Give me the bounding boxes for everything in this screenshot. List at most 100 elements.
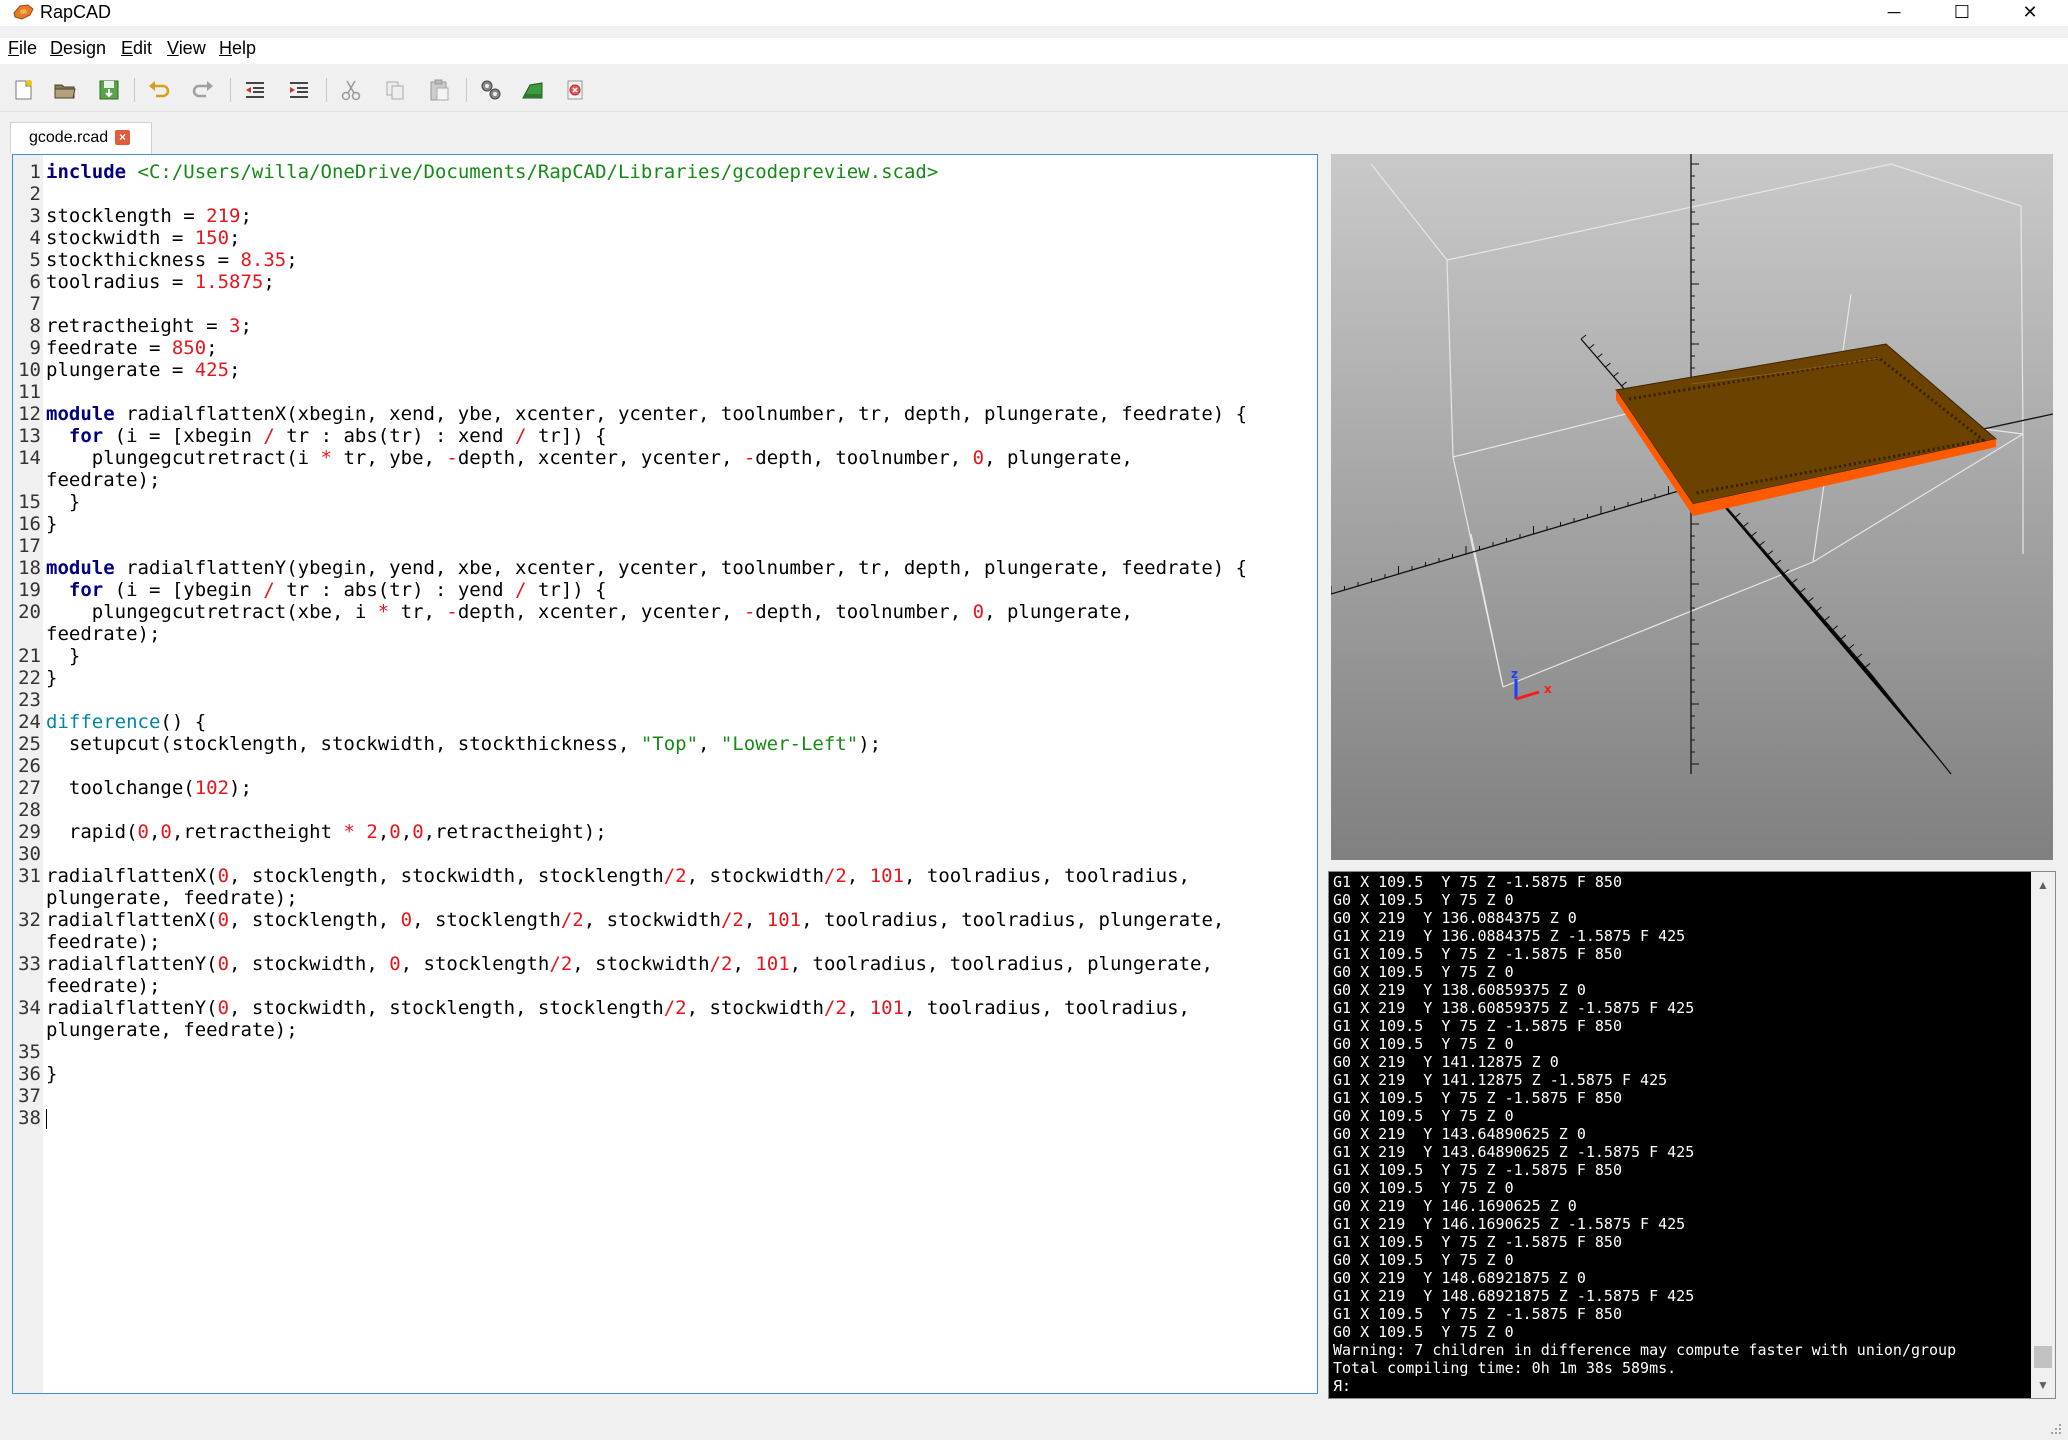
code-line[interactable]: 26 bbox=[13, 755, 1313, 777]
code-text[interactable]: radialflattenY(0, stockwidth, 0, stockle… bbox=[46, 953, 1213, 975]
menu-file[interactable]: File bbox=[8, 38, 37, 59]
code-line[interactable]: 34 radialflattenY(0, stockwidth, stocklen… bbox=[13, 997, 1313, 1019]
code-line[interactable]: 11 bbox=[13, 381, 1313, 403]
code-text[interactable]: setupcut(stocklength, stockwidth, stockt… bbox=[46, 733, 881, 755]
code-line[interactable]: 32 radialflattenX(0, stocklength, 0, stoc… bbox=[13, 909, 1313, 931]
menu-edit[interactable]: Edit bbox=[121, 38, 152, 59]
console-output[interactable]: G1 X 109.5 Y 75 Z -1.5875 F 850 G0 X 109.… bbox=[1328, 871, 2056, 1399]
code-text[interactable]: stockwidth = 150; bbox=[46, 227, 241, 249]
code-line[interactable]: 31 radialflattenX(0, stocklength, stockwi… bbox=[13, 865, 1313, 887]
code-text[interactable]: include <C:/Users/willa/OneDrive/Documen… bbox=[46, 161, 938, 183]
code-content[interactable]: 1 include <C:/Users/willa/OneDrive/Docume… bbox=[13, 161, 1313, 1129]
resize-grip-icon[interactable] bbox=[2048, 1422, 2062, 1436]
code-line[interactable]: 25 setupcut(stocklength, stockwidth, sto… bbox=[13, 733, 1313, 755]
3d-preview-viewport[interactable]: z x bbox=[1331, 154, 2053, 860]
code-text[interactable]: feedrate = 850; bbox=[46, 337, 218, 359]
code-line[interactable]: 8 retractheight = 3; bbox=[13, 315, 1313, 337]
code-line[interactable]: 18 module radialflattenY(ybegin, yend, xb… bbox=[13, 557, 1313, 579]
generate-icon[interactable] bbox=[520, 77, 546, 103]
menu-design[interactable]: Design bbox=[50, 38, 106, 59]
code-line[interactable]: 30 bbox=[13, 843, 1313, 865]
save-icon[interactable] bbox=[96, 77, 122, 103]
print-icon[interactable] bbox=[562, 77, 588, 103]
code-line[interactable]: 36} bbox=[13, 1063, 1313, 1085]
compile-icon[interactable] bbox=[478, 77, 504, 103]
code-text[interactable]: } bbox=[46, 667, 57, 689]
code-line[interactable]: 28 bbox=[13, 799, 1313, 821]
code-text[interactable]: radialflattenY(0, stockwidth, stocklengt… bbox=[46, 997, 1190, 1019]
code-text[interactable]: radialflattenX(0, stocklength, stockwidt… bbox=[46, 865, 1190, 887]
code-text[interactable]: } bbox=[46, 491, 80, 513]
code-line[interactable]: feedrate); bbox=[13, 623, 1313, 645]
minimize-button[interactable]: ─ bbox=[1860, 0, 1928, 26]
cut-icon[interactable] bbox=[338, 77, 364, 103]
code-text[interactable]: feedrate); bbox=[46, 469, 160, 491]
code-text[interactable]: module radialflattenY(ybegin, yend, xbe,… bbox=[46, 557, 1247, 579]
tab-close-icon[interactable]: × bbox=[115, 130, 130, 145]
code-text[interactable]: plungegcutretract(xbe, i * tr, -depth, x… bbox=[46, 601, 1133, 623]
code-line[interactable]: 24 difference() { bbox=[13, 711, 1313, 733]
code-line[interactable]: 14 plungegcutretract(i * tr, ybe, -depth… bbox=[13, 447, 1313, 469]
code-text[interactable]: feedrate); bbox=[46, 623, 160, 645]
menu-help[interactable]: Help bbox=[219, 38, 256, 59]
code-line[interactable]: plungerate, feedrate); bbox=[13, 887, 1313, 909]
code-text[interactable]: stockthickness = 8.35; bbox=[46, 249, 298, 271]
code-text[interactable]: feedrate); bbox=[46, 931, 160, 953]
code-line[interactable]: 6 toolradius = 1.5875; bbox=[13, 271, 1313, 293]
code-text[interactable]: toolradius = 1.5875; bbox=[46, 271, 275, 293]
code-line[interactable]: 16} bbox=[13, 513, 1313, 535]
code-line[interactable]: 22} bbox=[13, 667, 1313, 689]
code-line[interactable]: feedrate); bbox=[13, 931, 1313, 953]
increase-indent-icon[interactable] bbox=[286, 77, 312, 103]
code-line[interactable]: 21 } bbox=[13, 645, 1313, 667]
console-scrollbar[interactable]: ▲ ▼ bbox=[2031, 872, 2055, 1398]
code-line[interactable]: 20 plungegcutretract(xbe, i * tr, -depth… bbox=[13, 601, 1313, 623]
code-text[interactable]: } bbox=[46, 645, 80, 667]
code-line[interactable]: 35 bbox=[13, 1041, 1313, 1063]
code-line[interactable]: 7 bbox=[13, 293, 1313, 315]
code-text[interactable]: } bbox=[46, 1063, 57, 1085]
code-line[interactable]: 29 rapid(0,0,retractheight * 2,0,0,retra… bbox=[13, 821, 1313, 843]
code-line[interactable]: 3 stocklength = 219; bbox=[13, 205, 1313, 227]
code-text[interactable]: plungerate, feedrate); bbox=[46, 887, 298, 909]
code-line[interactable]: 2 bbox=[13, 183, 1313, 205]
code-text[interactable]: toolchange(102); bbox=[46, 777, 252, 799]
code-line[interactable]: 17 bbox=[13, 535, 1313, 557]
open-folder-icon[interactable] bbox=[52, 77, 78, 103]
code-text[interactable]: module radialflattenX(xbegin, xend, ybe,… bbox=[46, 403, 1247, 425]
decrease-indent-icon[interactable] bbox=[242, 77, 268, 103]
code-line[interactable]: 4 stockwidth = 150; bbox=[13, 227, 1313, 249]
code-text[interactable] bbox=[46, 1107, 47, 1129]
code-text[interactable]: stocklength = 219; bbox=[46, 205, 252, 227]
tab-gcode-rcad[interactable]: gcode.rcad × bbox=[10, 122, 152, 154]
code-line[interactable]: 5 stockthickness = 8.35; bbox=[13, 249, 1313, 271]
scroll-up-icon[interactable]: ▲ bbox=[2031, 874, 2055, 896]
code-line[interactable]: 10 plungerate = 425; bbox=[13, 359, 1313, 381]
new-file-icon[interactable] bbox=[10, 77, 36, 103]
code-line[interactable]: 27 toolchange(102); bbox=[13, 777, 1313, 799]
code-line[interactable]: feedrate); bbox=[13, 975, 1313, 997]
code-line[interactable]: feedrate); bbox=[13, 469, 1313, 491]
code-text[interactable]: radialflattenX(0, stocklength, 0, stockl… bbox=[46, 909, 1224, 931]
paste-icon[interactable] bbox=[426, 77, 452, 103]
code-text[interactable]: plungegcutretract(i * tr, ybe, -depth, x… bbox=[46, 447, 1133, 469]
redo-icon[interactable] bbox=[190, 77, 216, 103]
code-line[interactable]: 19 for (i = [ybegin / tr : abs(tr) : yen… bbox=[13, 579, 1313, 601]
code-line[interactable]: 13 for (i = [xbegin / tr : abs(tr) : xen… bbox=[13, 425, 1313, 447]
code-line[interactable]: 23 bbox=[13, 689, 1313, 711]
code-text[interactable]: difference() { bbox=[46, 711, 206, 733]
scroll-thumb[interactable] bbox=[2034, 1346, 2052, 1368]
code-text[interactable]: rapid(0,0,retractheight * 2,0,0,retracth… bbox=[46, 821, 607, 843]
code-line[interactable]: 38 bbox=[13, 1107, 1313, 1129]
code-line[interactable]: 12 module radialflattenX(xbegin, xend, yb… bbox=[13, 403, 1313, 425]
code-text[interactable]: for (i = [xbegin / tr : abs(tr) : xend /… bbox=[46, 425, 607, 447]
code-text[interactable]: feedrate); bbox=[46, 975, 160, 997]
code-line[interactable]: 1 include <C:/Users/willa/OneDrive/Docume… bbox=[13, 161, 1313, 183]
code-text[interactable]: for (i = [ybegin / tr : abs(tr) : yend /… bbox=[46, 579, 607, 601]
code-text[interactable]: plungerate, feedrate); bbox=[46, 1019, 298, 1041]
scroll-down-icon[interactable]: ▼ bbox=[2031, 1374, 2055, 1396]
code-line[interactable]: 9 feedrate = 850; bbox=[13, 337, 1313, 359]
close-button[interactable]: ✕ bbox=[1996, 0, 2064, 26]
code-line[interactable]: 37 bbox=[13, 1085, 1313, 1107]
code-text[interactable]: retractheight = 3; bbox=[46, 315, 252, 337]
